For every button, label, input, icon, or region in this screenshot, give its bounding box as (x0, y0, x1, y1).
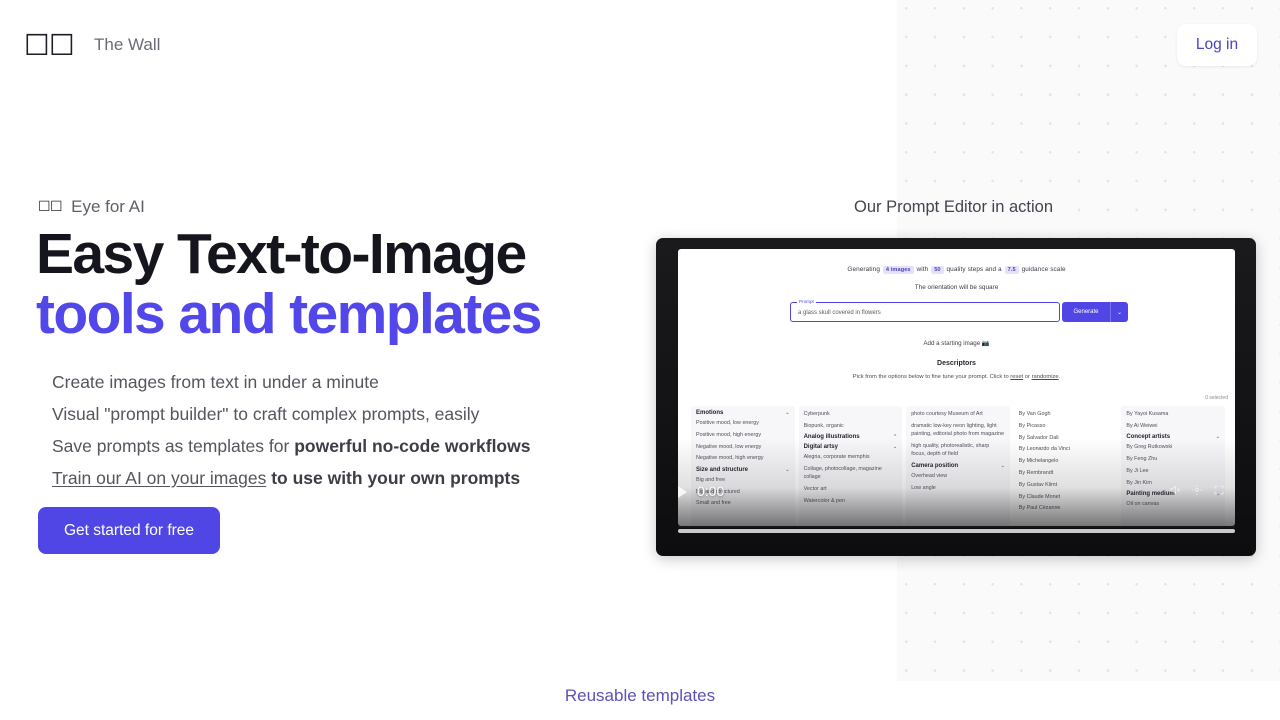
feature-text: Save prompts as templates for (52, 436, 295, 456)
brand-name[interactable]: The Wall (94, 34, 160, 56)
chip-quality-steps[interactable]: 50 (931, 266, 944, 274)
descriptor-option[interactable]: Alegria, corporate memphis (804, 453, 898, 461)
descriptor-group-header[interactable]: Concept artists ⌄ (1126, 434, 1220, 440)
settings-icon[interactable] (1191, 484, 1203, 496)
descriptor-option[interactable]: By Picasso (1019, 422, 1113, 430)
descriptor-option[interactable]: By Michelangelo (1019, 457, 1113, 465)
page-root: ☐☐ The Wall Log in ☐☐ Eye for AI Easy Te… (0, 0, 1280, 720)
descriptor-option[interactable]: Negative mood, high energy (696, 454, 790, 462)
page-title: Easy Text-to-Image tools and templates (36, 224, 676, 344)
chevron-down-icon[interactable]: ⌃ (893, 434, 897, 440)
add-starting-image-button[interactable]: Add a starting image 📷 (678, 339, 1235, 347)
video-controls-right (1169, 484, 1225, 496)
generate-dropdown-chevron-down-icon[interactable]: ⌄ (1110, 302, 1128, 322)
hero-eyebrow: ☐☐ Eye for AI (38, 197, 145, 217)
generating-mid: with (916, 266, 929, 273)
descriptor-option[interactable]: By Van Gogh (1019, 410, 1113, 418)
descriptor-group-header[interactable]: Emotions ⌄ (696, 410, 790, 416)
chevron-down-icon[interactable]: ⌄ (1216, 434, 1220, 440)
descriptor-option[interactable]: Negative mood, low energy (696, 443, 790, 451)
generating-pre: Generating (847, 266, 880, 273)
orientation-pre: The orientation will be (914, 284, 977, 291)
descriptor-option[interactable]: By Salvador Dali (1019, 434, 1113, 442)
feature-item: Train our AI on your images to use with … (52, 462, 652, 494)
feature-item: Save prompts as templates for powerful n… (52, 430, 652, 462)
feature-text-emphasis: to use with your own prompts (266, 468, 521, 488)
feature-list: Create images from text in under a minut… (52, 366, 652, 494)
video-controls: 0:00 (678, 478, 1235, 520)
volume-muted-icon[interactable] (1169, 484, 1181, 496)
chevron-down-icon[interactable]: ⌄ (785, 410, 789, 416)
descriptors-or: or (1023, 374, 1032, 380)
descriptor-option[interactable]: By Rembrandt (1019, 469, 1113, 477)
prompt-input[interactable]: Prompt a glass skull covered in flowers (790, 299, 1060, 322)
descriptor-group-header[interactable]: Camera position ⌄ (911, 463, 1005, 469)
get-started-button[interactable]: Get started for free (38, 507, 220, 554)
eye-icon: ☐☐ (38, 199, 63, 215)
demo-video-player[interactable]: Generating 4 images with 50 quality step… (656, 238, 1256, 556)
descriptor-option[interactable]: high quality, photorealistic, sharp focu… (911, 442, 1005, 459)
fullscreen-icon[interactable] (1213, 484, 1225, 496)
descriptor-group-title: Analog illustrations (803, 434, 860, 441)
descriptor-option[interactable]: dramatic low-key neon lighting, light pa… (911, 422, 1005, 439)
descriptor-group-header[interactable]: Analog illustrations ⌃ (804, 434, 898, 440)
selected-count-label: 0 selected (1205, 395, 1228, 401)
chevron-down-icon[interactable]: ⌄ (785, 467, 789, 473)
generating-mid2: quality steps and a (946, 266, 1002, 273)
site-header: ☐☐ The Wall Log in (0, 0, 1280, 90)
headline-line-2: tools and templates (36, 282, 542, 346)
descriptor-option[interactable]: By Feng Zhu (1126, 455, 1220, 463)
headline-line-1: Easy Text-to-Image (36, 222, 527, 286)
feature-item: Visual "prompt builder" to craft complex… (52, 398, 652, 430)
descriptor-option[interactable]: By Yayoi Kusama (1126, 410, 1220, 418)
chevron-down-icon[interactable]: ⌄ (893, 444, 897, 450)
descriptor-option[interactable]: By Ai Weiwei (1126, 422, 1220, 430)
descriptor-group-title: Emotions (696, 410, 724, 416)
descriptors-sub-pre: Pick from the options below to fine tune… (852, 374, 1011, 380)
descriptor-group-header[interactable]: Digital artsy ⌄ (804, 444, 898, 450)
brand-logo-icon[interactable]: ☐☐ (24, 27, 75, 63)
prompt-input-label: Prompt (797, 299, 816, 304)
hero-eyebrow-label: Eye for AI (71, 197, 145, 216)
feature-text: Create images from text in under a minut… (52, 372, 379, 392)
generate-button[interactable]: Generate (1062, 302, 1110, 322)
demo-caption: Our Prompt Editor in action (854, 198, 1053, 216)
feature-item: Create images from text in under a minut… (52, 366, 652, 398)
prompt-row: Prompt a glass skull covered in flowers … (790, 299, 1128, 322)
descriptor-option[interactable]: Cyberpunk (804, 410, 898, 418)
descriptors-title: Descriptors (937, 360, 976, 367)
play-icon[interactable] (678, 486, 687, 498)
descriptor-option[interactable]: By Leonardo da Vinci (1019, 445, 1113, 453)
reset-link[interactable]: reset (1010, 374, 1023, 380)
descriptor-group-title: Concept artists (1126, 434, 1171, 441)
descriptor-option[interactable]: By Ji Lee (1126, 467, 1220, 475)
reusable-templates-link[interactable]: Reusable templates (0, 686, 1280, 706)
chip-image-count[interactable]: 4 images (882, 266, 914, 274)
generating-summary: Generating 4 images with 50 quality step… (678, 266, 1235, 274)
descriptor-option[interactable]: photo courtesy Museum of Art (911, 410, 1005, 418)
feature-text-emphasis: powerful no-code workflows (294, 436, 531, 456)
prompt-input-value: a glass skull covered in flowers (798, 310, 881, 316)
video-time-label: 0:00 (697, 483, 725, 499)
descriptors-subtitle: Pick from the options below to fine tune… (678, 374, 1235, 380)
descriptor-group-header[interactable]: Size and structure ⌄ (696, 467, 790, 473)
generating-post: guidance scale (1021, 266, 1066, 273)
video-scrubber[interactable] (678, 529, 1235, 533)
feature-text: Visual "prompt builder" to craft complex… (52, 404, 480, 424)
descriptor-option[interactable]: Biopunk, organic (804, 422, 898, 430)
login-button[interactable]: Log in (1177, 24, 1257, 66)
train-ai-link[interactable]: Train our AI on your images (52, 468, 266, 488)
descriptors-sub-post: . (1058, 374, 1061, 380)
descriptor-group-title: Camera position (911, 462, 959, 469)
descriptor-option[interactable]: Positive mood, high energy (696, 431, 790, 439)
descriptor-group-title: Digital artsy (803, 444, 838, 451)
chip-orientation[interactable]: square (979, 284, 999, 291)
orientation-summary: The orientation will be square (678, 284, 1235, 291)
chevron-down-icon[interactable]: ⌄ (1001, 463, 1005, 469)
randomize-link[interactable]: randomize (1032, 374, 1059, 380)
descriptor-option[interactable]: Positive mood, low energy (696, 419, 790, 427)
descriptor-group-title: Size and structure (696, 466, 749, 473)
descriptor-option[interactable]: By Greg Rutkowski (1126, 443, 1220, 451)
chip-guidance-scale[interactable]: 7.5 (1004, 266, 1019, 274)
